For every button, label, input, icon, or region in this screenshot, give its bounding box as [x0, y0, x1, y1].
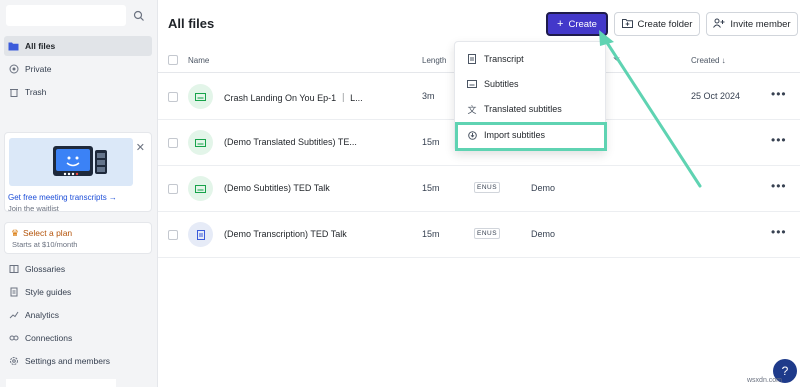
- more-options-icon[interactable]: •••: [771, 87, 787, 101]
- sidebar-item-trash[interactable]: Trash: [4, 82, 152, 102]
- subtitles-icon: [188, 176, 213, 201]
- file-created: 25 Oct 2024: [691, 91, 741, 101]
- file-length: 3m: [422, 91, 435, 101]
- invite-member-button[interactable]: Invite member: [706, 12, 798, 36]
- filter-icon[interactable]: ⏷: [613, 54, 620, 65]
- sidebar-item-label: Trash: [25, 87, 47, 97]
- watermark: wsxdn.com: [747, 377, 783, 384]
- sidebar-item-label: Analytics: [25, 310, 60, 320]
- menu-item-label: Subtitles: [484, 79, 519, 89]
- more-options-icon[interactable]: •••: [771, 133, 787, 147]
- file-name[interactable]: (Demo Subtitles) TED Talk: [224, 183, 330, 193]
- table-row[interactable]: (Demo Transcription) TED Talk 15m ENUS D…: [158, 212, 800, 258]
- file-length: 15m: [422, 229, 440, 239]
- trash-icon: [8, 87, 19, 98]
- language-badge: ENUS: [474, 182, 501, 193]
- create-folder-label: Create folder: [637, 18, 693, 30]
- sidebar: All files Private Trash ✕ Get free meeti…: [0, 0, 158, 387]
- sidebar-item-label: Settings and members: [25, 356, 111, 366]
- invite-member-label: Invite member: [730, 18, 791, 30]
- promo-card: ✕ Get free meeting transcripts → Join th…: [4, 132, 152, 213]
- select-all-checkbox[interactable]: [168, 55, 178, 65]
- promo-link[interactable]: Get free meeting transcripts →: [8, 193, 117, 202]
- sidebar-item-label: Style guides: [25, 287, 72, 297]
- menu-item-translated-subtitles[interactable]: 文 Translated subtitles: [455, 97, 607, 121]
- file-tag: Demo: [531, 183, 556, 193]
- eye-icon: [8, 64, 19, 75]
- link-icon: [8, 333, 19, 344]
- sidebar-item-private[interactable]: Private: [4, 59, 152, 79]
- chart-icon: [8, 310, 19, 321]
- sidebar-item-analytics[interactable]: Analytics: [4, 305, 152, 325]
- column-name[interactable]: Name: [188, 56, 209, 65]
- more-options-icon[interactable]: •••: [771, 179, 787, 193]
- sidebar-item-style-guides[interactable]: Style guides: [4, 282, 152, 302]
- menu-item-subtitles[interactable]: Subtitles: [455, 72, 607, 96]
- crown-icon: ♛: [11, 228, 20, 238]
- transcript-icon: [188, 222, 213, 247]
- search-input[interactable]: [6, 5, 126, 26]
- plan-title: Select a plan: [23, 228, 73, 238]
- file-name[interactable]: (Demo Translated Subtitles) TE...: [224, 137, 357, 147]
- row-checkbox[interactable]: [168, 184, 178, 194]
- plan-card[interactable]: ♛ Select a plan Starts at $10/month: [4, 222, 152, 254]
- file-name[interactable]: Crash Landing On You Ep-1 ｜ L...: [224, 91, 363, 104]
- sidebar-item-label: Glossaries: [25, 264, 66, 274]
- more-options-icon[interactable]: •••: [771, 225, 787, 239]
- language-badge: ENUS: [474, 228, 501, 239]
- search-icon[interactable]: [133, 10, 145, 22]
- row-checkbox[interactable]: [168, 92, 178, 102]
- sidebar-item-glossaries[interactable]: Glossaries: [4, 259, 152, 279]
- subtitles-icon: [188, 130, 213, 155]
- sidebar-item-settings[interactable]: Settings and members: [4, 351, 152, 371]
- menu-item-transcript[interactable]: Transcript: [455, 47, 607, 71]
- folder-icon: [8, 41, 19, 52]
- document-icon: [8, 287, 19, 298]
- sidebar-item-label: Connections: [25, 333, 73, 343]
- promo-subtext: Join the waitlist: [8, 204, 59, 213]
- meeting-illustration: [9, 138, 133, 186]
- menu-item-label: Transcript: [484, 54, 524, 64]
- translate-icon: 文: [467, 104, 477, 115]
- row-checkbox[interactable]: [168, 230, 178, 240]
- file-name[interactable]: (Demo Transcription) TED Talk: [224, 229, 347, 239]
- help-icon: ?: [781, 364, 789, 378]
- table-row[interactable]: (Demo Subtitles) TED Talk 15m ENUS Demo …: [158, 166, 800, 212]
- close-icon[interactable]: ✕: [136, 141, 145, 154]
- create-folder-button[interactable]: Create folder: [614, 12, 700, 36]
- sidebar-footer: [6, 379, 116, 387]
- user-plus-icon: [713, 18, 725, 31]
- sidebar-item-label: All files: [25, 41, 56, 51]
- page-title: All files: [168, 16, 215, 31]
- gear-icon: [8, 356, 19, 367]
- column-created[interactable]: Created ↓: [691, 56, 726, 65]
- highlight-box: [455, 122, 607, 151]
- sidebar-item-label: Private: [25, 64, 52, 74]
- subtitles-icon: [188, 84, 213, 109]
- file-length: 15m: [422, 183, 440, 193]
- file-tag: Demo: [531, 229, 556, 239]
- sidebar-item-all-files[interactable]: All files: [4, 36, 152, 56]
- menu-item-label: Translated subtitles: [484, 104, 562, 114]
- folder-plus-icon: [621, 18, 633, 31]
- create-button[interactable]: + Create: [546, 12, 608, 36]
- sidebar-item-connections[interactable]: Connections: [4, 328, 152, 348]
- plus-icon: +: [557, 18, 564, 30]
- column-length[interactable]: Length: [422, 56, 446, 65]
- book-icon: [8, 264, 19, 275]
- row-checkbox[interactable]: [168, 138, 178, 148]
- plan-subtext: Starts at $10/month: [12, 240, 78, 249]
- create-label: Create: [568, 18, 597, 30]
- transcript-icon: [467, 54, 477, 64]
- file-length: 15m: [422, 137, 440, 147]
- subtitles-icon: [467, 80, 477, 88]
